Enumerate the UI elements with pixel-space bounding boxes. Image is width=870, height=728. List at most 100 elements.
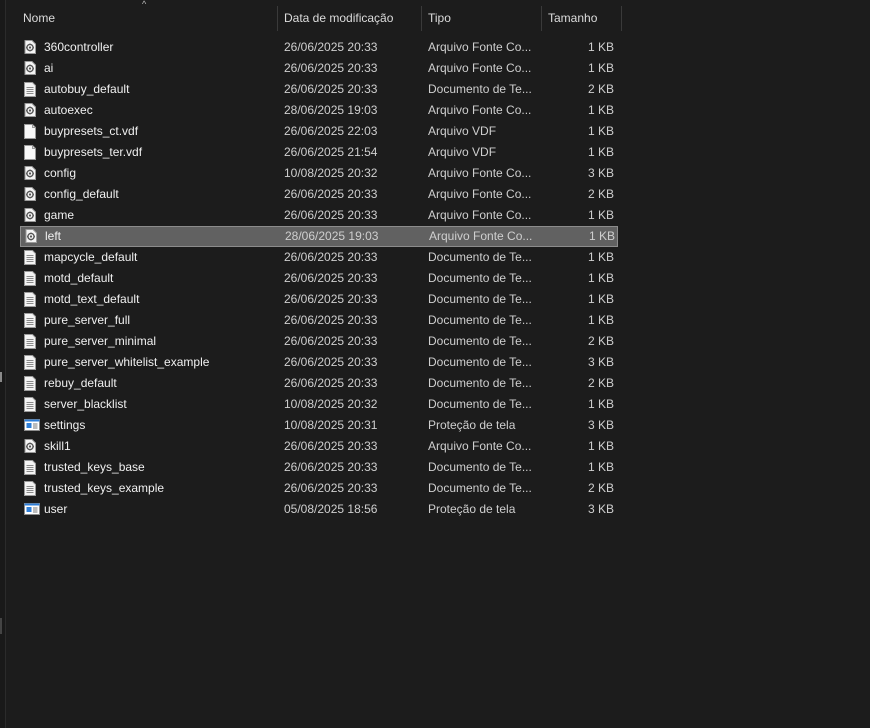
file-type: Arquivo Fonte Co... [428, 61, 532, 75]
file-size: 3 KB [587, 166, 614, 180]
file-type: Documento de Te... [428, 292, 532, 306]
file-size: 1 KB [588, 229, 615, 243]
file-row[interactable]: rebuy_default 26/06/2025 20:33 Documento d… [20, 373, 618, 394]
file-date-modified: 26/06/2025 20:33 [284, 460, 378, 474]
text-document-icon [24, 310, 40, 331]
file-type: Documento de Te... [428, 355, 532, 369]
file-size: 1 KB [587, 460, 614, 474]
file-row[interactable]: autoexec 28/06/2025 19:03 Arquivo Fonte Co… [20, 100, 618, 121]
file-size: 1 KB [587, 439, 614, 453]
file-row[interactable]: skill1 26/06/2025 20:33 Arquivo Fonte Co..… [20, 436, 618, 457]
file-row-selected[interactable]: left 28/06/2025 19:03 Arquivo Fonte Co... 1… [20, 226, 618, 247]
gear-file-icon [24, 163, 40, 184]
file-name: autobuy_default [44, 82, 130, 96]
pane-scroll-marker [0, 618, 2, 634]
file-date-modified: 26/06/2025 20:33 [284, 292, 378, 306]
file-row[interactable]: ai 26/06/2025 20:33 Arquivo Fonte Co... 1 K… [20, 58, 618, 79]
text-document-icon [24, 268, 40, 289]
file-list: 360controller 26/06/2025 20:33 Arquivo Fon… [20, 37, 618, 520]
file-type: Arquivo Fonte Co... [428, 439, 532, 453]
file-row[interactable]: buypresets_ct.vdf 26/06/2025 22:03 Arquivo… [20, 121, 618, 142]
gear-file-icon [24, 205, 40, 226]
file-date-modified: 26/06/2025 20:33 [284, 439, 378, 453]
file-name: settings [44, 418, 86, 432]
file-row[interactable]: pure_server_whitelist_example 26/06/2025 … [20, 352, 618, 373]
file-type: Arquivo Fonte Co... [428, 166, 532, 180]
text-document-icon [24, 457, 40, 478]
file-name: motd_text_default [44, 292, 140, 306]
pane-marker [0, 372, 2, 382]
column-header-date[interactable]: Data de modificação [278, 6, 422, 31]
file-size: 1 KB [587, 124, 614, 138]
file-name: skill1 [44, 439, 71, 453]
column-header-type-label: Tipo [428, 11, 451, 25]
file-name: config [44, 166, 77, 180]
file-name: motd_default [44, 271, 114, 285]
file-date-modified: 26/06/2025 20:33 [284, 40, 378, 54]
file-row[interactable]: buypresets_ter.vdf 26/06/2025 21:54 Arquiv… [20, 142, 618, 163]
file-row[interactable]: config 10/08/2025 20:32 Arquivo Fonte Co..… [20, 163, 618, 184]
file-date-modified: 26/06/2025 20:33 [284, 82, 378, 96]
file-row[interactable]: user 05/08/2025 18:56 Proteção de tela 3 KB [20, 499, 618, 520]
file-type: Documento de Te... [428, 376, 532, 390]
file-size: 1 KB [587, 397, 614, 411]
text-document-icon [24, 331, 40, 352]
file-name: autoexec [44, 103, 93, 117]
gear-file-icon [24, 184, 40, 205]
file-row[interactable]: config_default 26/06/2025 20:33 Arquivo Fo… [20, 184, 618, 205]
file-row[interactable]: motd_text_default 26/06/2025 20:33 Documen… [20, 289, 618, 310]
file-date-modified: 26/06/2025 20:33 [284, 61, 378, 75]
file-date-modified: 26/06/2025 20:33 [284, 187, 378, 201]
blank-file-icon [24, 142, 40, 163]
file-name: trusted_keys_base [44, 460, 145, 474]
file-explorer-window: ^ Nome Data de modificação Tipo Tamanho … [0, 0, 870, 728]
file-name: buypresets_ct.vdf [44, 124, 139, 138]
file-name: mapcycle_default [44, 250, 138, 264]
file-row[interactable]: trusted_keys_base 26/06/2025 20:33 Documen… [20, 457, 618, 478]
file-date-modified: 26/06/2025 20:33 [284, 334, 378, 348]
file-name: trusted_keys_example [44, 481, 165, 495]
column-header-name-label: Nome [23, 11, 56, 25]
file-type: Documento de Te... [428, 271, 532, 285]
file-row[interactable]: 360controller 26/06/2025 20:33 Arquivo Fon… [20, 37, 618, 58]
file-row[interactable]: autobuy_default 26/06/2025 20:33 Documento… [20, 79, 618, 100]
file-type: Arquivo VDF [428, 124, 497, 138]
column-header-name[interactable]: ^ Nome [6, 0, 278, 31]
file-type: Documento de Te... [428, 334, 532, 348]
file-name: config_default [44, 187, 119, 201]
file-date-modified: 10/08/2025 20:32 [284, 166, 378, 180]
file-type: Arquivo VDF [428, 145, 497, 159]
column-header-type[interactable]: Tipo [422, 6, 542, 31]
file-size: 1 KB [587, 61, 614, 75]
text-document-icon [24, 478, 40, 499]
file-date-modified: 05/08/2025 18:56 [284, 502, 378, 516]
file-size: 2 KB [587, 187, 614, 201]
gear-file-icon [24, 100, 40, 121]
file-row[interactable]: pure_server_minimal 26/06/2025 20:33 Docum… [20, 331, 618, 352]
column-header-size-label: Tamanho [548, 11, 598, 25]
column-header-size[interactable]: Tamanho [542, 6, 622, 31]
screensaver-icon [24, 415, 40, 436]
file-name: 360controller [44, 40, 114, 54]
file-date-modified: 10/08/2025 20:31 [284, 418, 378, 432]
file-size: 2 KB [587, 334, 614, 348]
column-headers: ^ Nome Data de modificação Tipo Tamanho [6, 0, 622, 31]
file-type: Documento de Te... [428, 313, 532, 327]
file-date-modified: 26/06/2025 20:33 [284, 376, 378, 390]
file-row[interactable]: game 26/06/2025 20:33 Arquivo Fonte Co... 1… [20, 205, 618, 226]
file-date-modified: 26/06/2025 20:33 [284, 208, 378, 222]
file-type: Documento de Te... [428, 82, 532, 96]
file-date-modified: 28/06/2025 19:03 [285, 229, 379, 243]
file-row[interactable]: pure_server_full 26/06/2025 20:33 Document… [20, 310, 618, 331]
file-row[interactable]: motd_default 26/06/2025 20:33 Documento de… [20, 268, 618, 289]
text-document-icon [24, 394, 40, 415]
file-row[interactable]: mapcycle_default 26/06/2025 20:33 Document… [20, 247, 618, 268]
file-date-modified: 26/06/2025 20:33 [284, 481, 378, 495]
file-row[interactable]: settings 10/08/2025 20:31 Proteção de tela… [20, 415, 618, 436]
screensaver-icon [24, 499, 40, 520]
file-date-modified: 26/06/2025 20:33 [284, 250, 378, 264]
file-size: 1 KB [587, 40, 614, 54]
file-row[interactable]: trusted_keys_example 26/06/2025 20:33 Docu… [20, 478, 618, 499]
file-row[interactable]: server_blacklist 10/08/2025 20:32 Document… [20, 394, 618, 415]
text-document-icon [24, 373, 40, 394]
